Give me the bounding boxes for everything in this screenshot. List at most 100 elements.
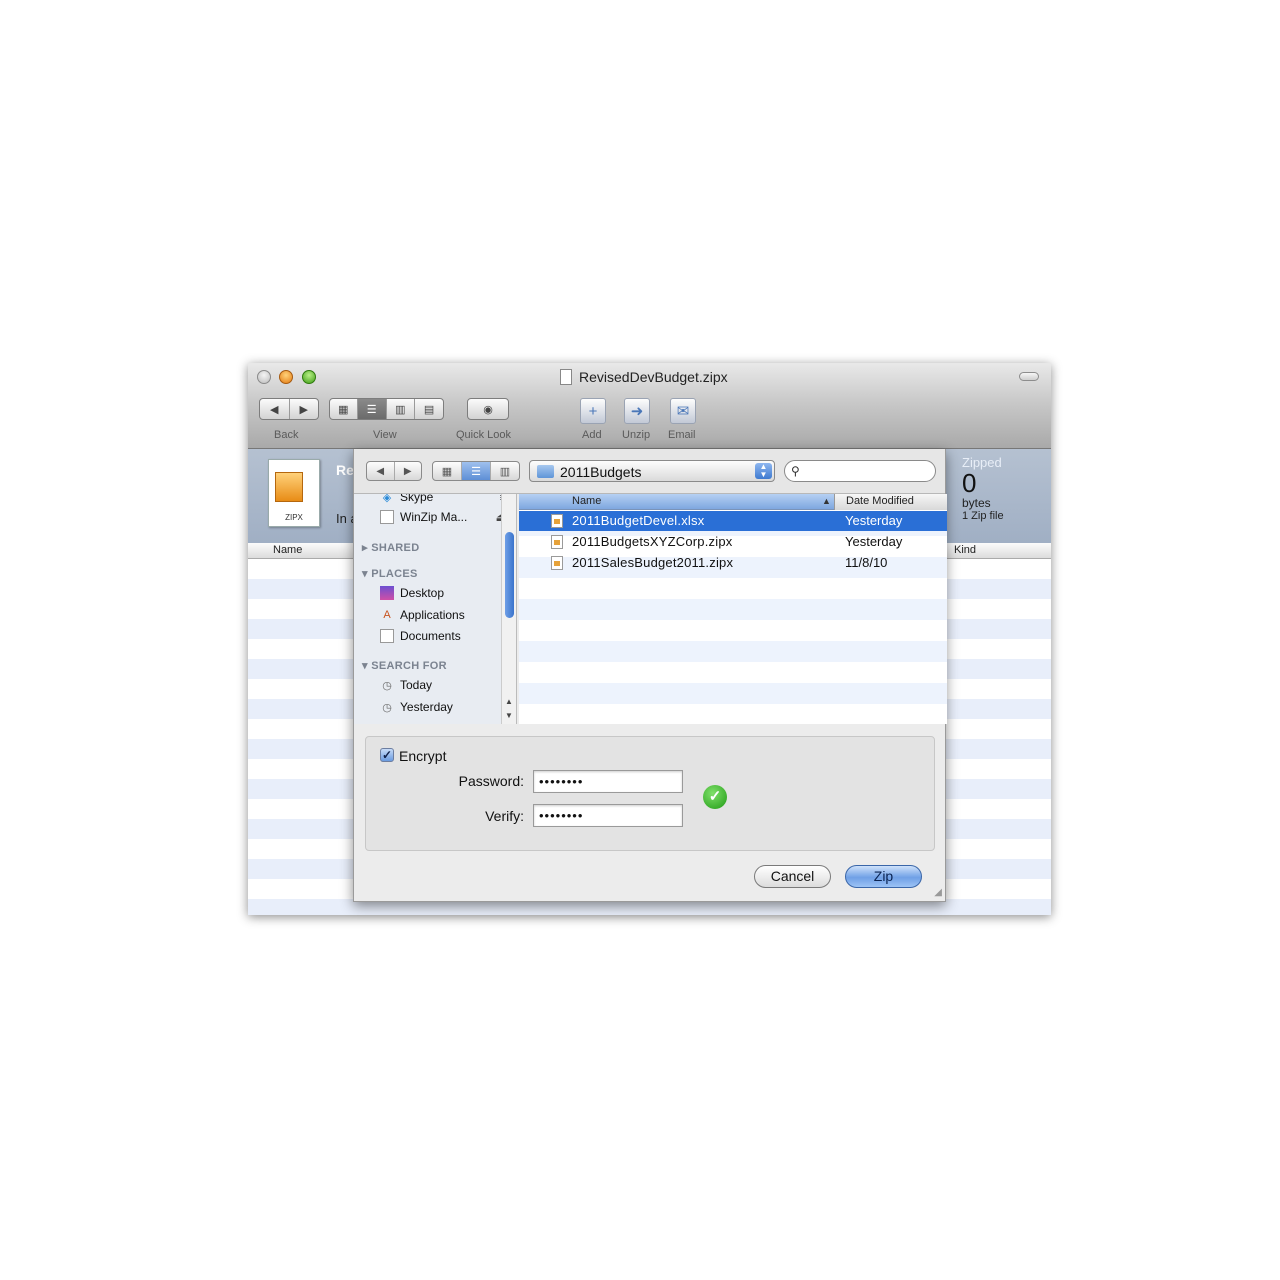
- view-label: View: [373, 429, 397, 441]
- search-for-section-header[interactable]: ▾ SEARCH FOR: [362, 659, 447, 672]
- name-column-header[interactable]: Name: [273, 544, 302, 556]
- verify-password-field[interactable]: ••••••••: [533, 804, 683, 827]
- date-modified-column-header[interactable]: Date Modified: [834, 494, 947, 510]
- password-field[interactable]: ••••••••: [533, 770, 683, 793]
- file-list-header: Name ▲ Date Modified: [519, 494, 947, 510]
- sidebar-item-label: Desktop: [400, 586, 445, 600]
- columns-icon: ▥: [395, 403, 406, 416]
- sheet-toolbar: ◀ ▶ ▦ ☰ ▥ 2011Budgets ▲ ▼ ⚲: [354, 449, 945, 494]
- encrypt-label[interactable]: Encrypt: [399, 748, 446, 764]
- sheet-column-view-button[interactable]: ▥: [491, 462, 519, 480]
- sheet-list-view-button[interactable]: ☰: [462, 462, 491, 480]
- email-icon: ✉: [676, 403, 690, 420]
- search-input[interactable]: ⚲: [784, 460, 936, 482]
- sidebar-item-label: Yesterday: [400, 700, 453, 714]
- quick-look-button[interactable]: ◉: [467, 398, 509, 420]
- password-match-check-icon: ✓: [703, 785, 727, 809]
- column-view-button[interactable]: ▥: [387, 399, 416, 419]
- unzip-icon: ➜: [630, 403, 644, 420]
- file-name: 2011BudgetDevel.xlsx: [572, 513, 705, 528]
- sheet-sidebar: ◈ Skype ≡ WinZip Ma... ⏏ ▸ SHARED ▾ PLAC…: [354, 494, 517, 724]
- quick-look-label: Quick Look: [456, 429, 512, 441]
- sidebar-item-label: Documents: [400, 629, 461, 643]
- grid-icon: ▦: [441, 465, 453, 478]
- resize-grip-icon[interactable]: ◢: [934, 887, 942, 898]
- search-icon: ⚲: [791, 464, 800, 478]
- sidebar-item-label: Today: [400, 678, 433, 692]
- cancel-button[interactable]: Cancel: [754, 865, 831, 888]
- sheet-file-list: Name ▲ Date Modified 2011BudgetDevel.xls…: [519, 494, 947, 724]
- file-row[interactable]: 2011SalesBudget2011.zipx 11/8/10: [519, 553, 947, 573]
- minimize-window-button[interactable]: [279, 370, 293, 384]
- scroll-up-icon[interactable]: ▲: [505, 697, 513, 706]
- file-row[interactable]: 2011BudgetDevel.xlsx Yesterday: [519, 511, 947, 531]
- zipx-file-icon: [551, 556, 563, 570]
- file-row[interactable]: 2011BudgetsXYZCorp.zipx Yesterday: [519, 532, 947, 552]
- sheet-forward-button[interactable]: ▶: [395, 462, 422, 480]
- verify-label: Verify:: [485, 808, 524, 824]
- scroll-down-icon[interactable]: ▼: [505, 711, 513, 720]
- sidebar-scrollbar[interactable]: ▲ ▼: [501, 494, 516, 724]
- sort-ascending-icon: ▲: [822, 496, 831, 506]
- list-icon: ☰: [366, 403, 377, 416]
- sheet-back-button[interactable]: ◀: [367, 462, 395, 480]
- kind-column-header[interactable]: Kind: [954, 544, 976, 556]
- close-window-button[interactable]: [257, 370, 271, 384]
- folder-popup[interactable]: 2011Budgets ▲ ▼: [529, 460, 775, 482]
- documents-icon: [380, 629, 394, 643]
- places-section-header[interactable]: ▾ PLACES: [362, 567, 418, 580]
- applications-icon: A: [383, 609, 391, 621]
- list-icon: ☰: [471, 465, 481, 478]
- back-arrow-icon: ◀: [376, 465, 385, 477]
- forward-arrow-icon: ▶: [403, 465, 412, 477]
- list-view-button[interactable]: ☰: [357, 399, 387, 419]
- coverflow-view-button[interactable]: ▤: [415, 399, 443, 419]
- sidebar-item-applications[interactable]: A Applications: [380, 608, 465, 622]
- sidebar-item-documents[interactable]: Documents: [380, 629, 461, 643]
- email-button[interactable]: ✉: [670, 398, 696, 424]
- sidebar-item-label: Applications: [400, 608, 465, 622]
- coverflow-icon: ▤: [423, 403, 435, 416]
- sheet-nav-control: ◀ ▶: [366, 461, 422, 481]
- toolbar-toggle-button[interactable]: [1019, 372, 1039, 381]
- file-date: Yesterday: [845, 513, 903, 528]
- shared-section-header[interactable]: ▸ SHARED: [362, 541, 419, 554]
- file-name: 2011BudgetsXYZCorp.zipx: [572, 534, 733, 549]
- add-button[interactable]: +: [580, 398, 606, 424]
- clock-icon: ◷: [382, 679, 392, 692]
- zipx-file-icon: [551, 535, 563, 549]
- zipx-file-icon: ZIPX: [268, 459, 320, 527]
- icon-view-button[interactable]: ▦: [330, 399, 358, 419]
- add-files-icon: +: [588, 402, 598, 420]
- back-arrow-icon: ◀: [270, 403, 279, 416]
- name-column-header[interactable]: Name: [572, 495, 601, 507]
- file-date: 11/8/10: [845, 555, 888, 570]
- forward-arrow-icon: ▶: [299, 403, 308, 416]
- unzip-button[interactable]: ➜: [624, 398, 650, 424]
- sheet-icon-view-button[interactable]: ▦: [433, 462, 462, 480]
- password-label: Password:: [458, 773, 524, 789]
- sidebar-item-label: WinZip Ma...: [400, 510, 468, 524]
- zoom-window-button[interactable]: [302, 370, 316, 384]
- zip-button[interactable]: Zip: [845, 865, 922, 888]
- scrollbar-thumb[interactable]: [505, 532, 514, 618]
- clock-icon: ◷: [382, 701, 392, 714]
- disk-icon: [380, 510, 394, 524]
- add-files-sheet: ◀ ▶ ▦ ☰ ▥ 2011Budgets ▲▼ ⚲ ◈ Skype ≡ Win…: [353, 449, 947, 902]
- grid-icon: ▦: [338, 403, 349, 416]
- zipped-unit: bytes: [962, 496, 991, 510]
- file-date: Yesterday: [845, 534, 903, 549]
- encrypt-checkbox[interactable]: ✓: [380, 748, 394, 762]
- zip-file-count: 1 Zip file: [962, 510, 1004, 522]
- window-title: RevisedDevBudget.zipx: [579, 369, 728, 385]
- sidebar-item-skype[interactable]: ◈ Skype: [380, 494, 434, 504]
- sidebar-item-winzip-disk[interactable]: WinZip Ma...: [380, 510, 467, 524]
- email-label: Email: [668, 429, 696, 441]
- sidebar-item-yesterday[interactable]: ◷ Yesterday: [380, 700, 453, 714]
- forward-button[interactable]: ▶: [290, 399, 319, 419]
- sidebar-item-today[interactable]: ◷ Today: [380, 678, 432, 692]
- sidebar-item-desktop[interactable]: Desktop: [380, 586, 444, 600]
- window-titlebar: RevisedDevBudget.zipx ◀ ▶ Back ▦ ☰ ▥ ▤ V…: [248, 363, 1051, 449]
- zipx-icon-label: ZIPX: [285, 513, 303, 522]
- back-button[interactable]: ◀: [260, 399, 290, 419]
